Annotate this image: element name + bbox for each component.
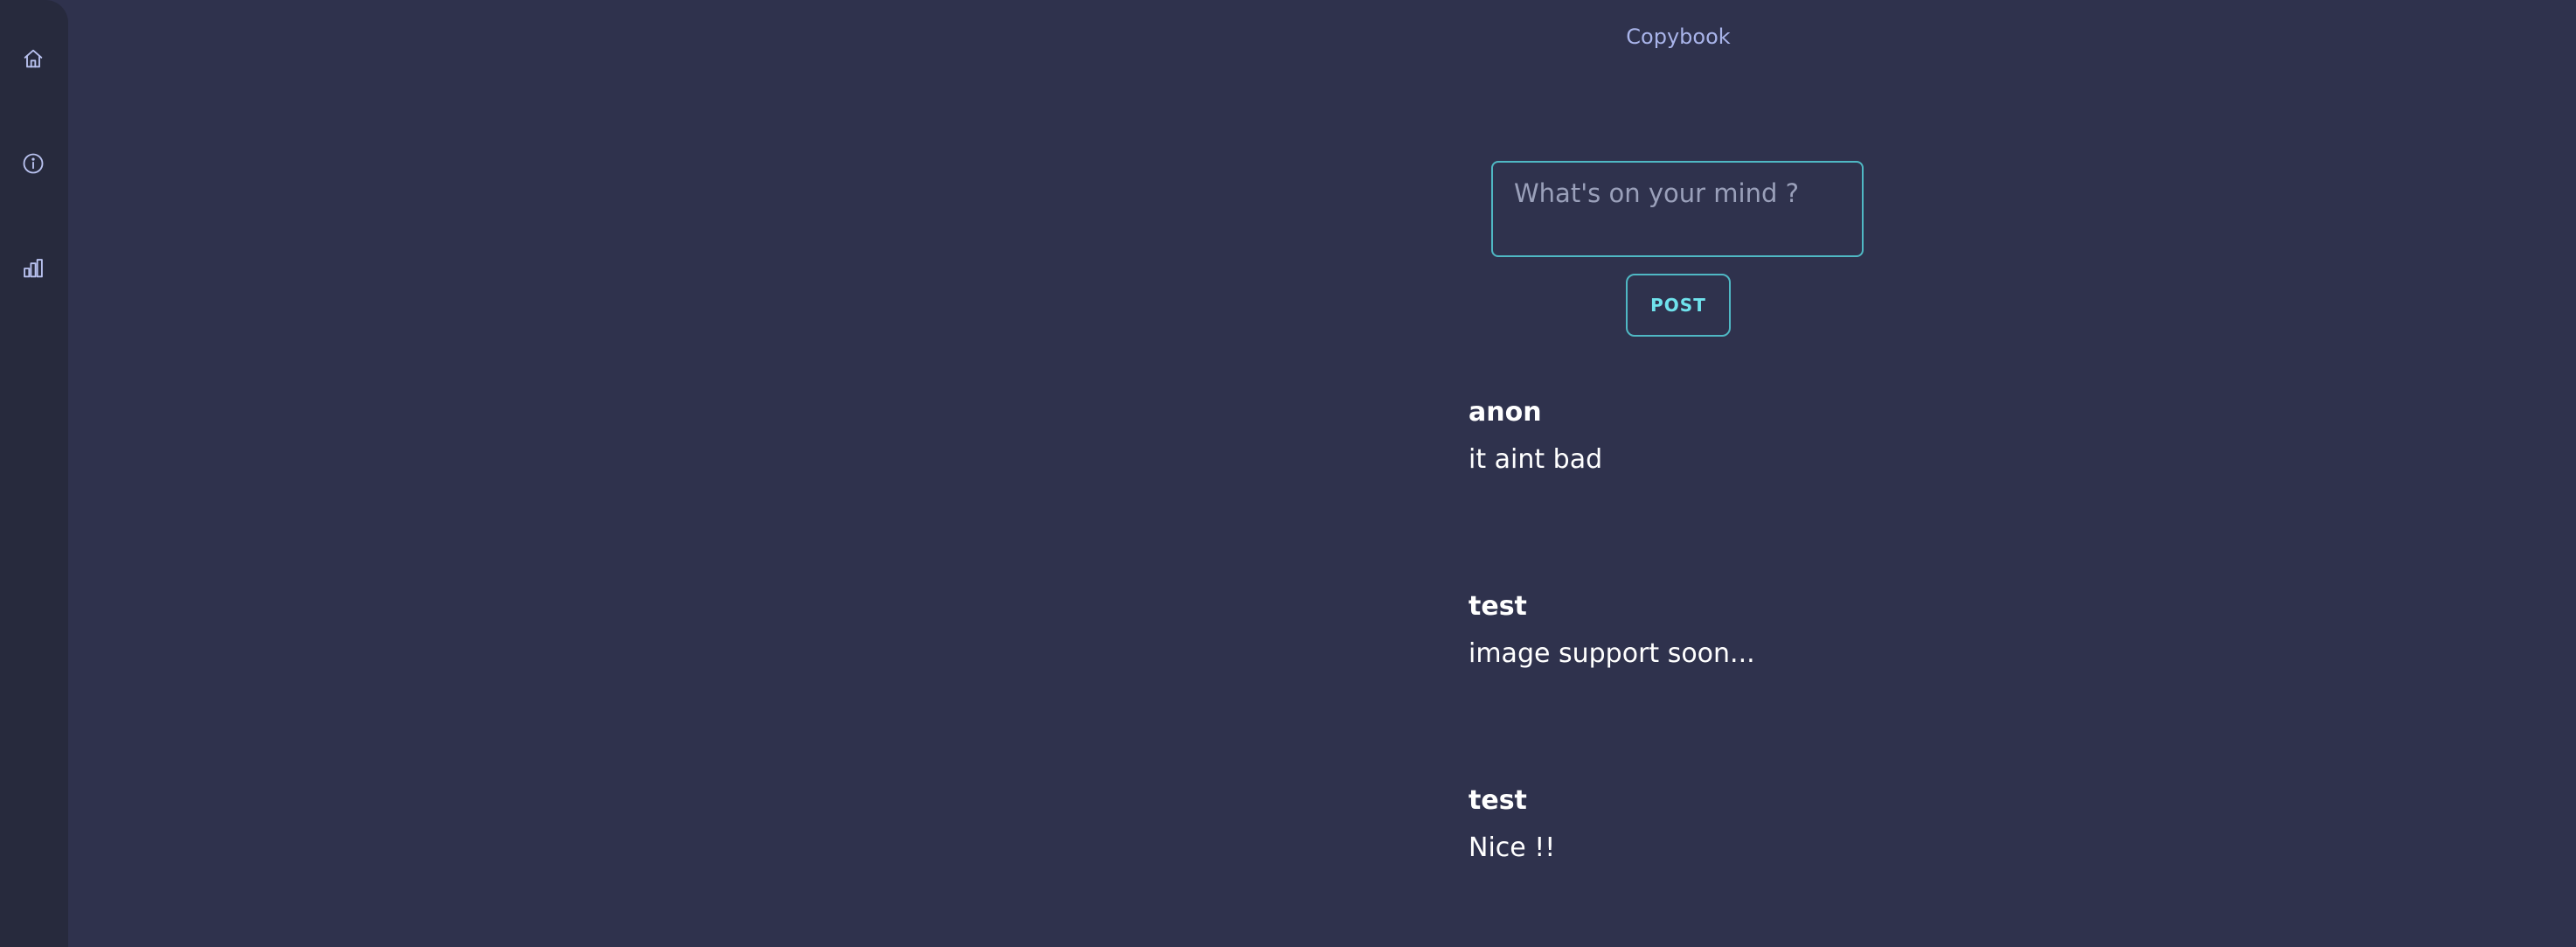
post-author: anon	[1469, 397, 1542, 428]
home-icon	[24, 49, 43, 68]
app-title: Copybook	[1626, 24, 1731, 49]
post-author: test	[1469, 591, 1527, 622]
info-icon	[23, 153, 44, 174]
post-item: test Nice !!	[1469, 783, 1993, 866]
post-text: Nice !!	[1469, 832, 1556, 863]
nav-home[interactable]	[16, 41, 51, 76]
post-text: image support soon...	[1469, 638, 1755, 669]
post-button[interactable]: POST	[1626, 274, 1731, 337]
post-text: it aint bad	[1469, 444, 1603, 475]
nav-info[interactable]	[16, 146, 51, 181]
nav-stats[interactable]	[16, 251, 51, 286]
post-composer-input[interactable]	[1491, 161, 1864, 257]
sidebar	[0, 0, 68, 947]
bar-chart-icon	[24, 259, 43, 278]
post-item: test image support soon...	[1469, 589, 1993, 672]
post-item: anon it aint bad	[1469, 395, 1993, 477]
post-author: test	[1469, 785, 1527, 816]
